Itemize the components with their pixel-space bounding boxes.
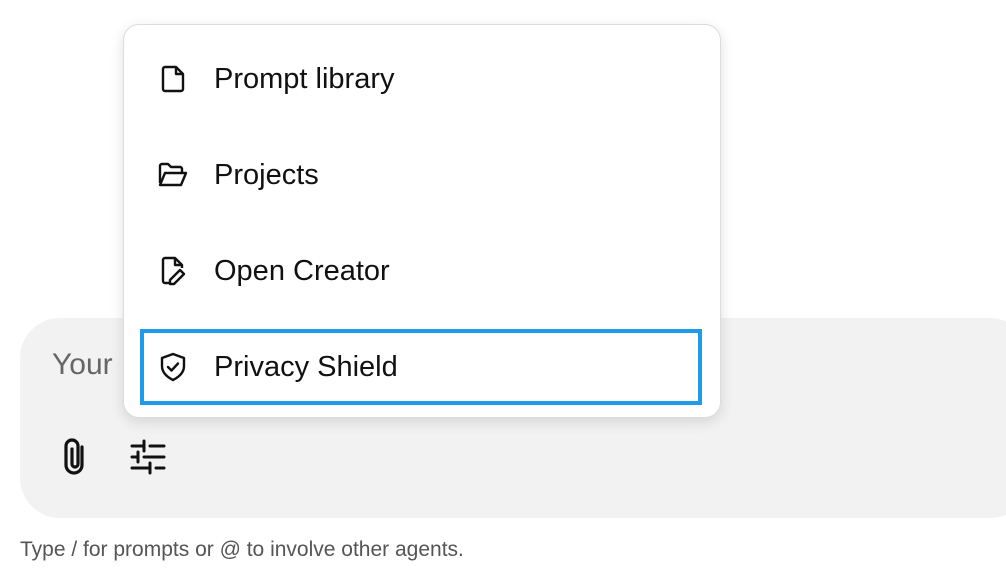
settings-button[interactable] (126, 436, 170, 482)
menu-item-label: Privacy Shield (214, 350, 398, 383)
menu-item-projects[interactable]: Projects (140, 137, 702, 213)
sliders-icon (130, 439, 166, 480)
dropdown-menu: Prompt library Projects Open Creator Pri… (123, 24, 721, 418)
document-icon (158, 64, 188, 94)
menu-item-label: Projects (214, 158, 319, 191)
attach-button[interactable] (54, 436, 98, 482)
paperclip-icon (59, 436, 93, 483)
folder-open-icon (158, 160, 188, 190)
menu-item-open-creator[interactable]: Open Creator (140, 233, 702, 309)
shield-check-icon (158, 352, 188, 382)
menu-item-label: Prompt library (214, 62, 395, 95)
menu-item-privacy-shield[interactable]: Privacy Shield (140, 329, 702, 405)
chat-screen: Your Type / for prompts or @ to involve … (0, 0, 1006, 582)
menu-item-label: Open Creator (214, 254, 390, 287)
composer-placeholder: Your (52, 348, 113, 381)
composer-hint: Type / for prompts or @ to involve other… (20, 538, 464, 561)
menu-item-prompt-library[interactable]: Prompt library (140, 41, 702, 117)
file-edit-icon (158, 256, 188, 286)
